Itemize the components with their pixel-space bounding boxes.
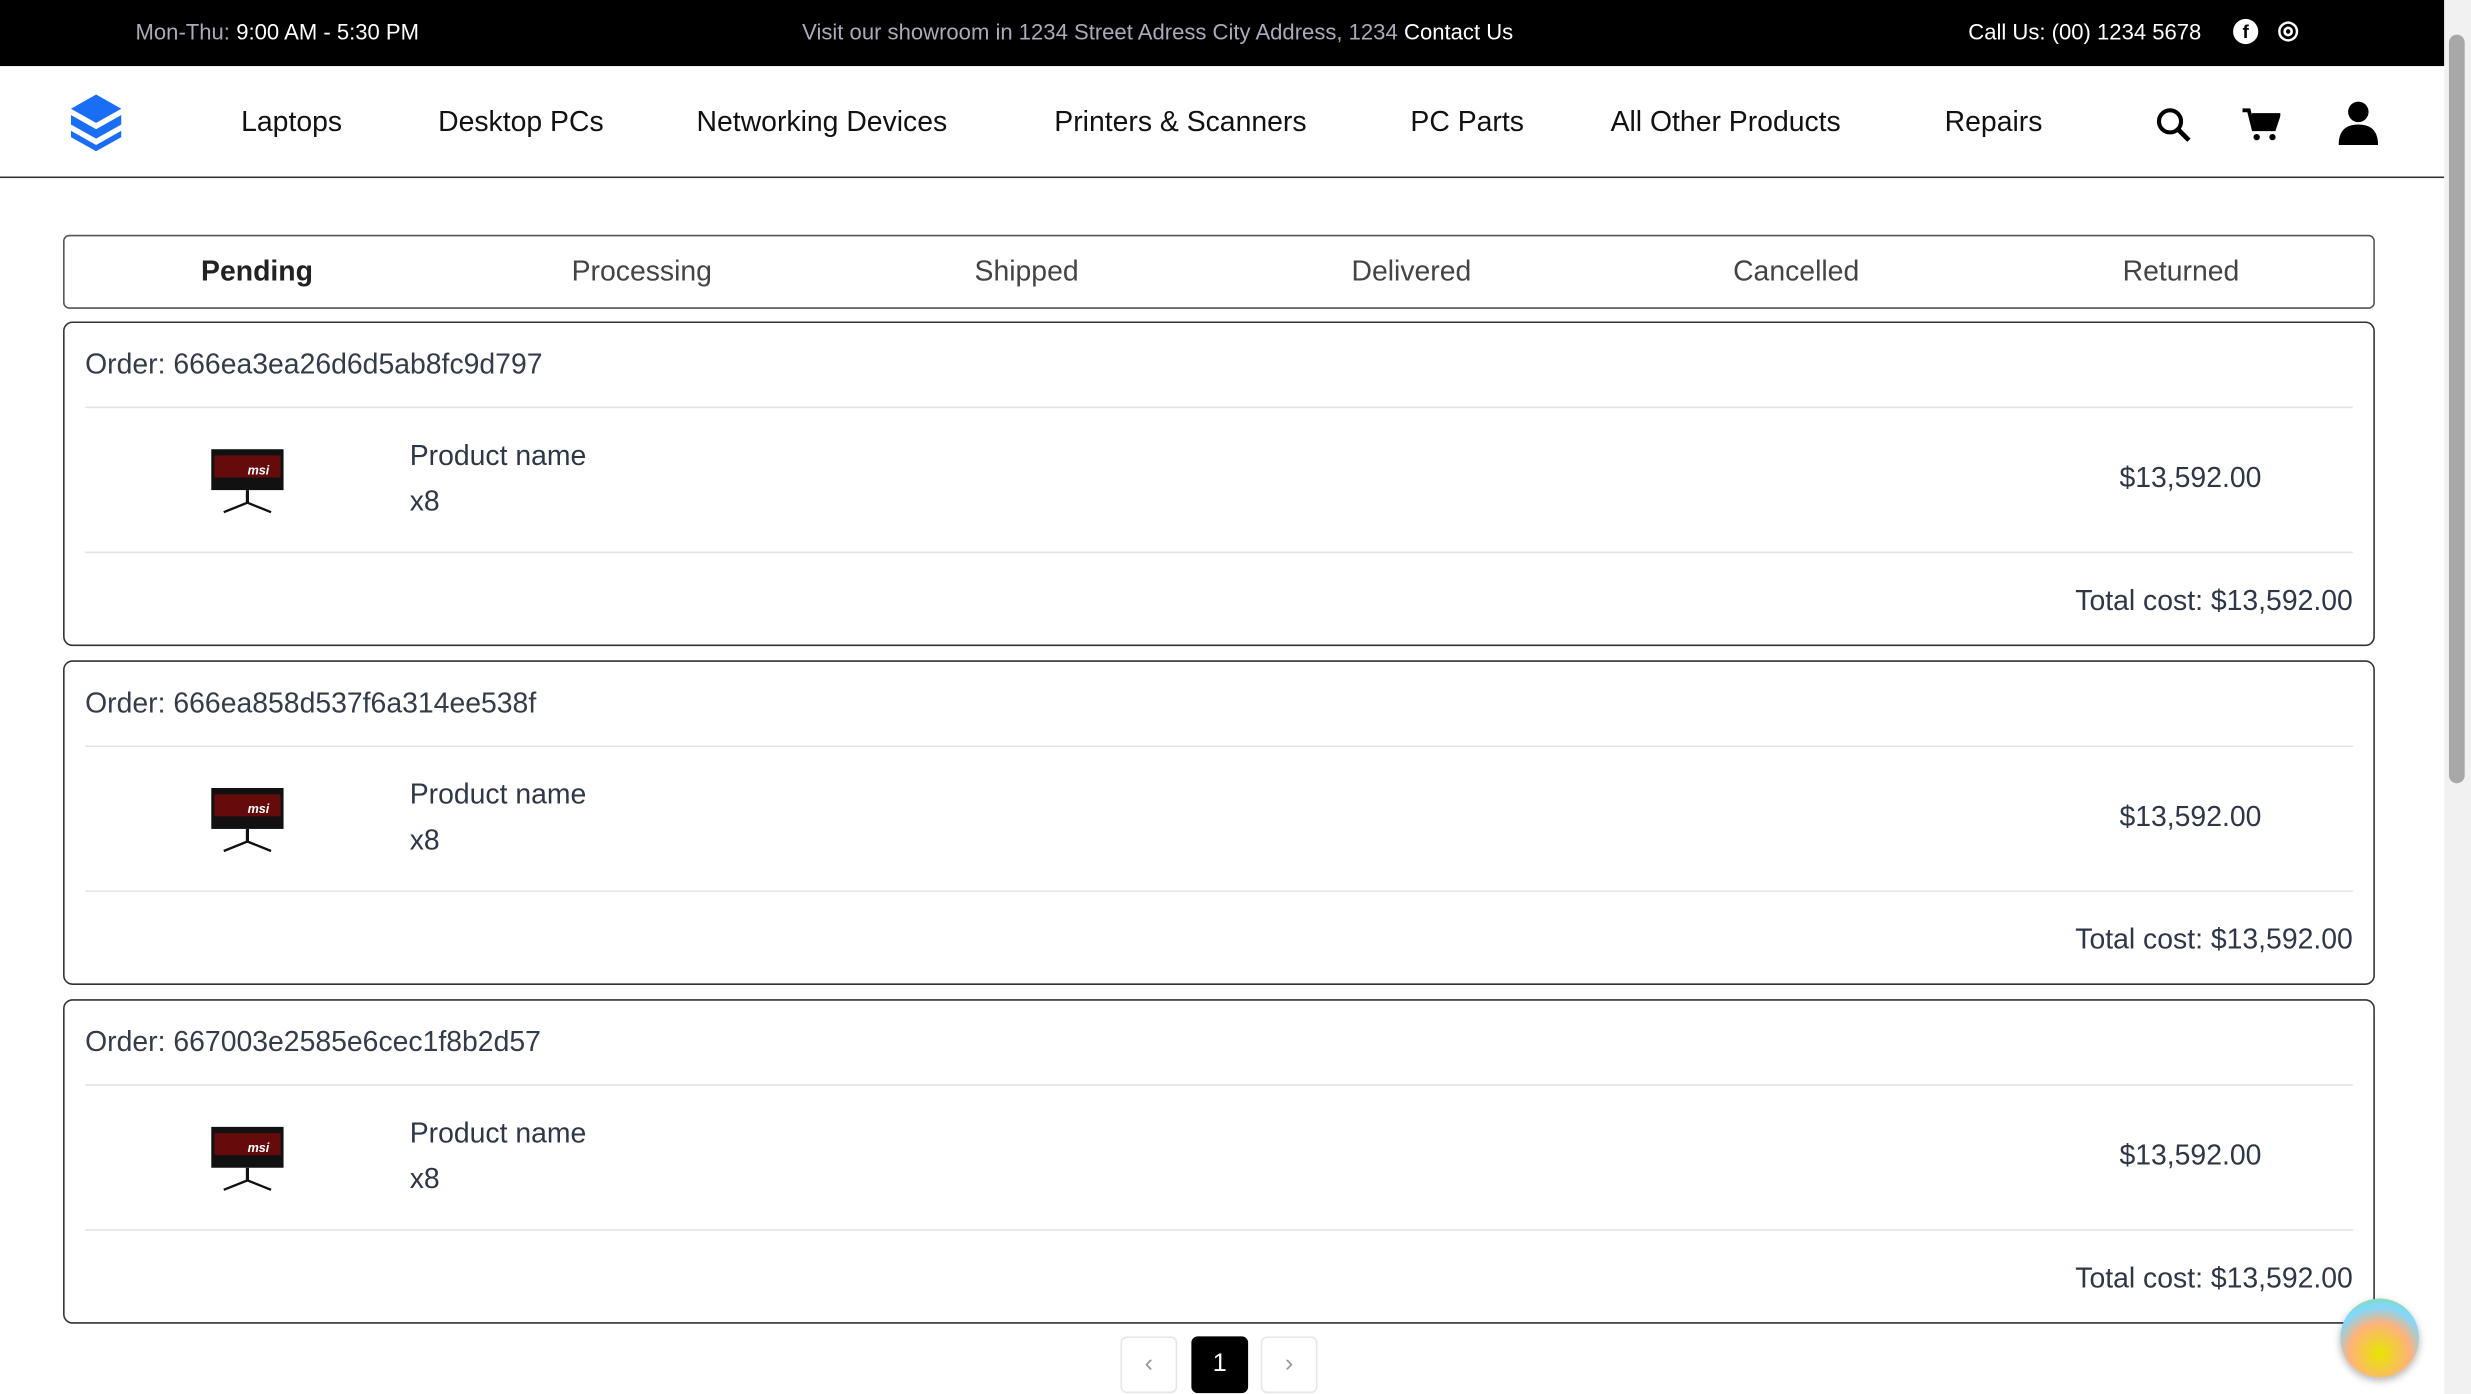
page-1-button[interactable]: 1 <box>1191 1336 1249 1394</box>
product-quantity: x8 <box>409 824 440 856</box>
nav-laptops[interactable]: Laptops <box>241 106 342 139</box>
product-price: $13,592.00 <box>2119 461 2262 494</box>
divider <box>85 1084 2353 1086</box>
order-card: Order: 666ea858d537f6a314ee538f msi Prod… <box>63 660 2375 985</box>
product-brand: msi <box>248 802 270 816</box>
divider <box>85 1229 2353 1231</box>
instagram-icon[interactable]: ◎ <box>2276 18 2301 44</box>
product-name[interactable]: Product name <box>410 440 587 473</box>
order-card: Order: 666ea3ea26d6d5ab8fc9d797 msi Prod… <box>63 321 2375 647</box>
divider <box>85 406 2353 409</box>
order-status-tabs: Pending Processing Shipped Delivered Can… <box>63 234 2375 309</box>
order-card: Order: 667003e2585e6cec1f8b2d57 msi Prod… <box>63 999 2375 1324</box>
tab-processing[interactable]: Processing <box>449 236 834 307</box>
prev-page-button[interactable]: ‹ <box>1120 1336 1178 1394</box>
hours-label: Mon-Thu: <box>135 18 230 45</box>
product-quantity: x8 <box>409 485 440 517</box>
product-price: $13,592.00 <box>2119 800 2262 833</box>
nav-desktop-pcs[interactable]: Desktop PCs <box>438 106 604 139</box>
product-brand: msi <box>248 1141 270 1155</box>
nav-all-other-products[interactable]: All Other Products <box>1611 106 1841 139</box>
nav-repairs[interactable]: Repairs <box>1945 106 2043 139</box>
order-id: Order: 666ea3ea26d6d5ab8fc9d797 <box>85 348 543 380</box>
showroom-address: Visit our showroom in 1234 Street Adress… <box>802 18 1398 45</box>
chat-widget-button[interactable] <box>2340 1298 2420 1378</box>
scrollbar-thumb[interactable] <box>2448 34 2465 784</box>
user-icon[interactable] <box>2338 101 2379 145</box>
main-nav: Laptops Desktop PCs Networking Devices P… <box>0 66 2445 179</box>
facebook-icon[interactable]: f <box>2233 18 2259 45</box>
order-total: Total cost: $13,592.00 <box>2075 923 2353 955</box>
cart-icon[interactable] <box>2242 107 2281 142</box>
call-us: Call Us: (00) 1234 5678 <box>1968 18 2202 45</box>
tab-returned[interactable]: Returned <box>1989 236 2374 307</box>
nav-printers-scanners[interactable]: Printers & Scanners <box>1054 106 1306 139</box>
order-id: Order: 666ea858d537f6a314ee538f <box>85 687 537 719</box>
product-price: $13,592.00 <box>2119 1139 2262 1171</box>
product-brand: msi <box>248 463 270 477</box>
tab-pending[interactable]: Pending <box>65 236 450 307</box>
order-id: Order: 667003e2585e6cec1f8b2d57 <box>85 1025 541 1058</box>
product-name[interactable]: Product name <box>410 1117 587 1150</box>
tab-cancelled[interactable]: Cancelled <box>1604 236 1989 307</box>
order-total: Total cost: $13,592.00 <box>2075 584 2353 617</box>
product-image[interactable]: msi <box>211 449 284 515</box>
divider <box>85 745 2353 747</box>
contact-us-link[interactable]: Contact Us <box>1404 19 1513 44</box>
tab-delivered[interactable]: Delivered <box>1219 236 1604 307</box>
nav-networking-devices[interactable]: Networking Devices <box>697 106 948 139</box>
business-hours: Mon-Thu: 9:00 AM - 5:30 PM <box>136 19 419 44</box>
search-icon[interactable] <box>2154 106 2192 144</box>
hours-value: 9:00 AM - 5:30 PM <box>236 18 419 45</box>
tab-shipped[interactable]: Shipped <box>834 236 1219 307</box>
nav-pc-parts[interactable]: PC Parts <box>1410 106 1524 139</box>
showroom-text: Visit our showroom in 1234 Street Adress… <box>802 19 1513 44</box>
divider <box>85 890 2353 892</box>
top-info-bar: Mon-Thu: 9:00 AM - 5:30 PM Visit our show… <box>0 0 2445 67</box>
order-total: Total cost: $13,592.00 <box>2075 1262 2353 1294</box>
product-name[interactable]: Product name <box>410 778 587 811</box>
product-image[interactable]: msi <box>211 787 284 854</box>
divider <box>85 551 2353 554</box>
scrollbar[interactable] <box>2444 0 2471 1394</box>
product-quantity: x8 <box>409 1163 440 1195</box>
next-page-button[interactable]: › <box>1260 1336 1318 1394</box>
product-image[interactable]: msi <box>211 1126 284 1193</box>
logo-icon[interactable] <box>70 94 122 152</box>
